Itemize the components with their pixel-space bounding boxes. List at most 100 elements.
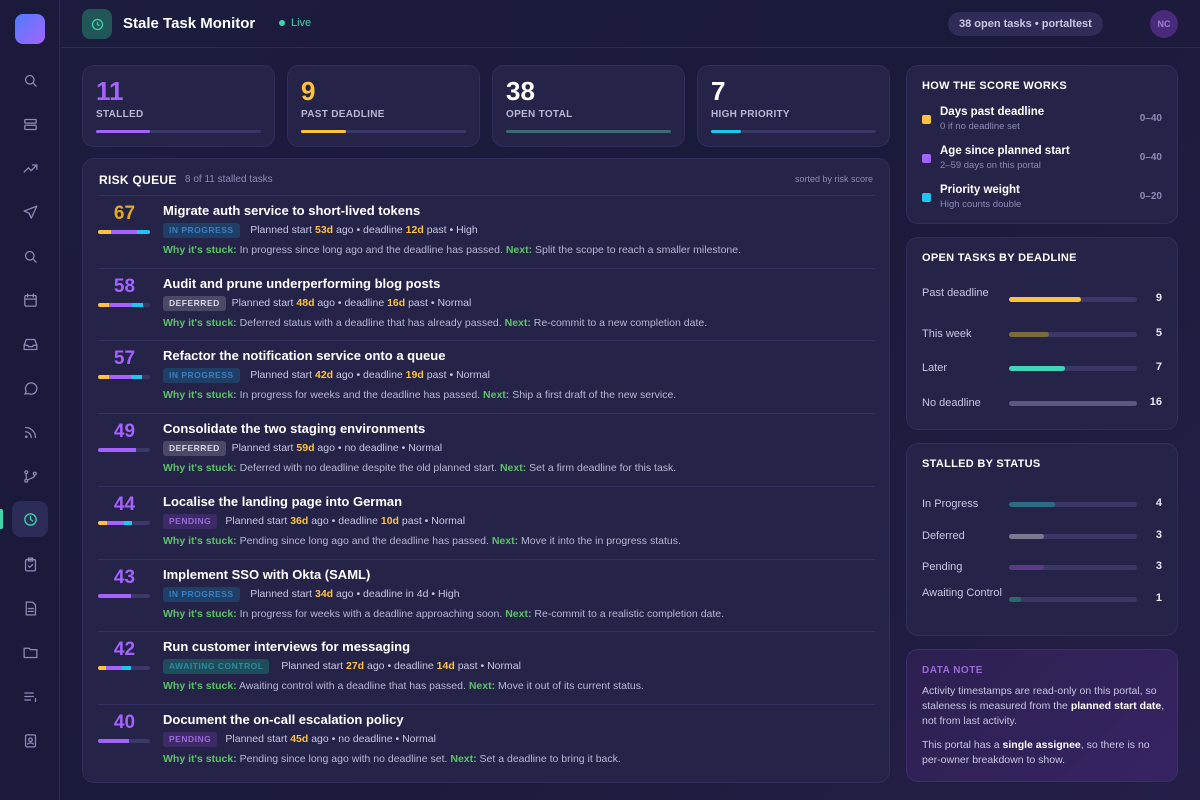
- chat-icon[interactable]: [12, 370, 48, 406]
- deadline-label: deadline: [344, 296, 385, 309]
- why-text: Pending since long ago and the deadline …: [239, 534, 489, 547]
- task-row[interactable]: 57 Refactor the notification service ont…: [98, 340, 875, 413]
- task-meta: Planned start 27d ago • deadline 14d pas…: [281, 660, 521, 673]
- calendar-icon[interactable]: [12, 282, 48, 318]
- score-breakdown-bar: [98, 230, 150, 234]
- avatar[interactable]: NC: [1150, 10, 1178, 38]
- deadline-value: 12d: [405, 224, 424, 236]
- why-label: Why it's stuck:: [163, 244, 237, 256]
- note-emphasis: planned start date: [1070, 700, 1162, 712]
- stat-card-past-deadline: 9 PAST DEADLINE: [287, 65, 480, 147]
- task-row[interactable]: 40 Document the on-call escalation polic…: [98, 703, 875, 777]
- task-title[interactable]: Localise the landing page into German: [163, 494, 402, 509]
- deadline-suffix: past: [457, 660, 478, 673]
- stat-value: 38: [506, 76, 535, 106]
- rss-icon[interactable]: [12, 414, 48, 450]
- deadline-suffix: past: [426, 369, 447, 382]
- next-text: Set a firm deadline for this task.: [529, 462, 677, 475]
- why-text: Awaiting control with a deadline that ha…: [239, 680, 466, 693]
- contact-icon[interactable]: [12, 722, 48, 758]
- why-stuck: Why it's stuck: In progress for weeks an…: [163, 389, 676, 401]
- trend-icon[interactable]: [12, 150, 48, 186]
- risk-score: 40: [113, 711, 136, 733]
- stat-bar-fill: [506, 130, 671, 133]
- breakdown-bar: [1009, 401, 1137, 407]
- task-title[interactable]: Consolidate the two staging environments: [163, 421, 425, 436]
- start-age: 48d: [296, 296, 315, 309]
- open-tasks-pill[interactable]: 38 open tasks • portaltest: [948, 12, 1103, 36]
- start-age: 59d: [296, 442, 315, 455]
- next-label: Next:: [504, 316, 531, 329]
- score-breakdown-bar: [98, 448, 150, 453]
- task-row[interactable]: 42 Run customer interviews for messaging…: [98, 631, 875, 704]
- start-age: 34d: [314, 587, 334, 600]
- task-meta: Planned start 42d ago • deadline 19d pas…: [250, 369, 490, 382]
- note-paragraph: This portal has a single assignee, so th…: [922, 738, 1167, 768]
- status-badge: PENDING: [163, 731, 218, 747]
- next-label: Next:: [499, 462, 527, 475]
- meta-label: ago: [336, 224, 354, 236]
- search-icon[interactable]: [12, 62, 48, 98]
- deadline-suffix: past: [401, 514, 422, 527]
- score-breakdown-bar: [98, 375, 150, 380]
- document-icon[interactable]: [12, 590, 48, 626]
- score-breakdown-bar: [98, 593, 150, 598]
- breakdown-value: 16: [1149, 396, 1162, 409]
- layers-icon[interactable]: [12, 106, 48, 142]
- data-note-panel: DATA NOTE Activity timestamps are read-o…: [906, 649, 1178, 782]
- clock-icon[interactable]: [12, 501, 48, 537]
- clipboard-icon[interactable]: [12, 546, 48, 582]
- stat-bar-fill: [96, 130, 151, 133]
- logo-icon[interactable]: [15, 14, 45, 44]
- score-segment: [98, 666, 107, 671]
- deadline-label: deadline: [363, 224, 403, 236]
- task-title[interactable]: Audit and prune underperforming blog pos…: [163, 276, 440, 291]
- task-title[interactable]: Run customer interviews for messaging: [163, 639, 410, 654]
- breakdown-value: 9: [1155, 292, 1162, 304]
- deadline-label: deadline in 4d: [363, 587, 429, 600]
- start-age: 27d: [345, 660, 365, 673]
- breakdown-label: Awaiting Control: [922, 586, 1002, 599]
- why-label: Why it's stuck:: [163, 680, 237, 693]
- why-stuck: Why it's stuck: Pending since long ago a…: [163, 535, 681, 547]
- score-works-panel: HOW THE SCORE WORKS Days past deadline 0…: [906, 65, 1178, 224]
- status-badge: IN PROGRESS: [163, 586, 240, 602]
- stat-bar: [711, 130, 876, 133]
- meta-label: ago: [311, 732, 329, 745]
- score-segment: [98, 593, 132, 598]
- search-icon[interactable]: [12, 238, 48, 274]
- clock-icon: [82, 9, 112, 39]
- start-age: 45d: [290, 732, 309, 745]
- next-text: Re-commit to a realistic completion date…: [534, 607, 725, 620]
- why-stuck: Why it's stuck: Pending since long ago w…: [163, 753, 621, 765]
- panel-title: OPEN TASKS BY DEADLINE: [922, 252, 1077, 264]
- folder-icon[interactable]: [12, 634, 48, 670]
- breakdown-bar-fill: [1009, 331, 1049, 337]
- send-icon[interactable]: [12, 194, 48, 230]
- breakdown-label: Deferred: [922, 529, 965, 542]
- list-icon[interactable]: [12, 678, 48, 714]
- stat-bar: [506, 130, 671, 133]
- branch-icon[interactable]: [12, 458, 48, 494]
- task-title[interactable]: Refactor the notification service onto a…: [163, 348, 445, 363]
- why-label: Why it's stuck:: [163, 534, 237, 547]
- breakdown-bar-fill: [1009, 596, 1021, 602]
- why-text: Deferred with no deadline despite the ol…: [239, 462, 498, 475]
- task-row[interactable]: 43 Implement SSO with Okta (SAML) IN PRO…: [98, 558, 875, 632]
- task-row[interactable]: 44 Localise the landing page into German…: [98, 485, 875, 559]
- inbox-icon[interactable]: [12, 326, 48, 362]
- meta-label: ago: [317, 442, 335, 455]
- queue-sort-label[interactable]: sorted by risk score: [795, 174, 873, 184]
- task-row[interactable]: 58 Audit and prune underperforming blog …: [98, 267, 875, 341]
- panel-title: STALLED BY STATUS: [922, 458, 1041, 470]
- task-title[interactable]: Migrate auth service to short-lived toke…: [163, 203, 420, 218]
- task-row[interactable]: 67 Migrate auth service to short-lived t…: [98, 195, 875, 268]
- why-text: Deferred status with a deadline that has…: [239, 316, 502, 329]
- task-title[interactable]: Document the on-call escalation policy: [163, 712, 404, 727]
- why-label: Why it's stuck:: [163, 752, 237, 765]
- stat-card-stalled: 11 STALLED: [82, 65, 275, 147]
- task-row[interactable]: 49 Consolidate the two staging environme…: [98, 413, 875, 486]
- score-breakdown-bar: [98, 302, 150, 307]
- task-title[interactable]: Implement SSO with Okta (SAML): [163, 567, 370, 582]
- risk-queue-panel: RISK QUEUE 8 of 11 stalled tasks sorted …: [82, 158, 890, 783]
